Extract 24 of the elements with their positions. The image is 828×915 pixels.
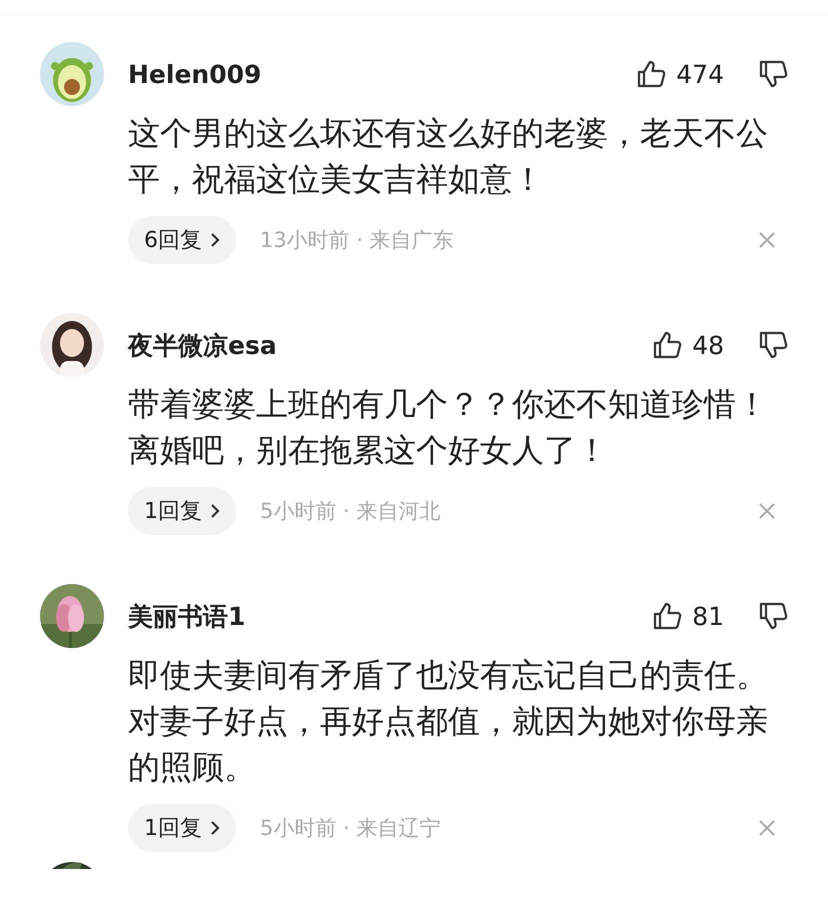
comment-text: 这个男的这么坏还有这么好的老婆，老天不公平，祝福这位美女吉祥如意！ — [128, 113, 769, 200]
thumbs-down-icon[interactable] — [758, 330, 788, 360]
thumbs-down-icon[interactable] — [758, 59, 788, 89]
username[interactable]: 夜半微凉esa — [128, 328, 652, 362]
replies-button[interactable]: 1回复 — [128, 804, 236, 852]
like-button[interactable]: 474 — [636, 59, 724, 89]
chevron-right-icon — [210, 503, 220, 519]
comment-text: 带着婆婆上班的有几个？？你还不知道珍惜！离婚吧，别在拖累这个好女人了！ — [128, 384, 769, 471]
chevron-right-icon — [210, 820, 220, 836]
thumbs-up-icon — [652, 601, 682, 631]
username[interactable]: 美丽书语1 — [128, 600, 652, 632]
replies-button[interactable]: 6回复 — [128, 216, 236, 264]
comment-meta: 5小时前 · 来自河北 — [260, 498, 442, 525]
replies-button[interactable]: 1回复 — [128, 487, 236, 535]
comment-meta: 5小时前 · 来自辽宁 — [260, 815, 442, 842]
username[interactable]: Helen009 — [128, 60, 636, 88]
chevron-right-icon — [210, 232, 220, 248]
comment-text: 即使夫妻间有矛盾了也没有忘记自己的责任。对妻子好点，再好点都值，就因为她对你母亲的照顾。 — [128, 655, 769, 788]
comment-meta: 13小时前 · 来自广东 — [260, 227, 455, 254]
thumbs-up-icon — [636, 59, 666, 89]
thumbs-up-icon — [652, 330, 682, 360]
like-button[interactable]: 81 — [652, 601, 724, 631]
like-button[interactable]: 48 — [652, 330, 724, 360]
thumbs-down-icon[interactable] — [758, 601, 788, 631]
